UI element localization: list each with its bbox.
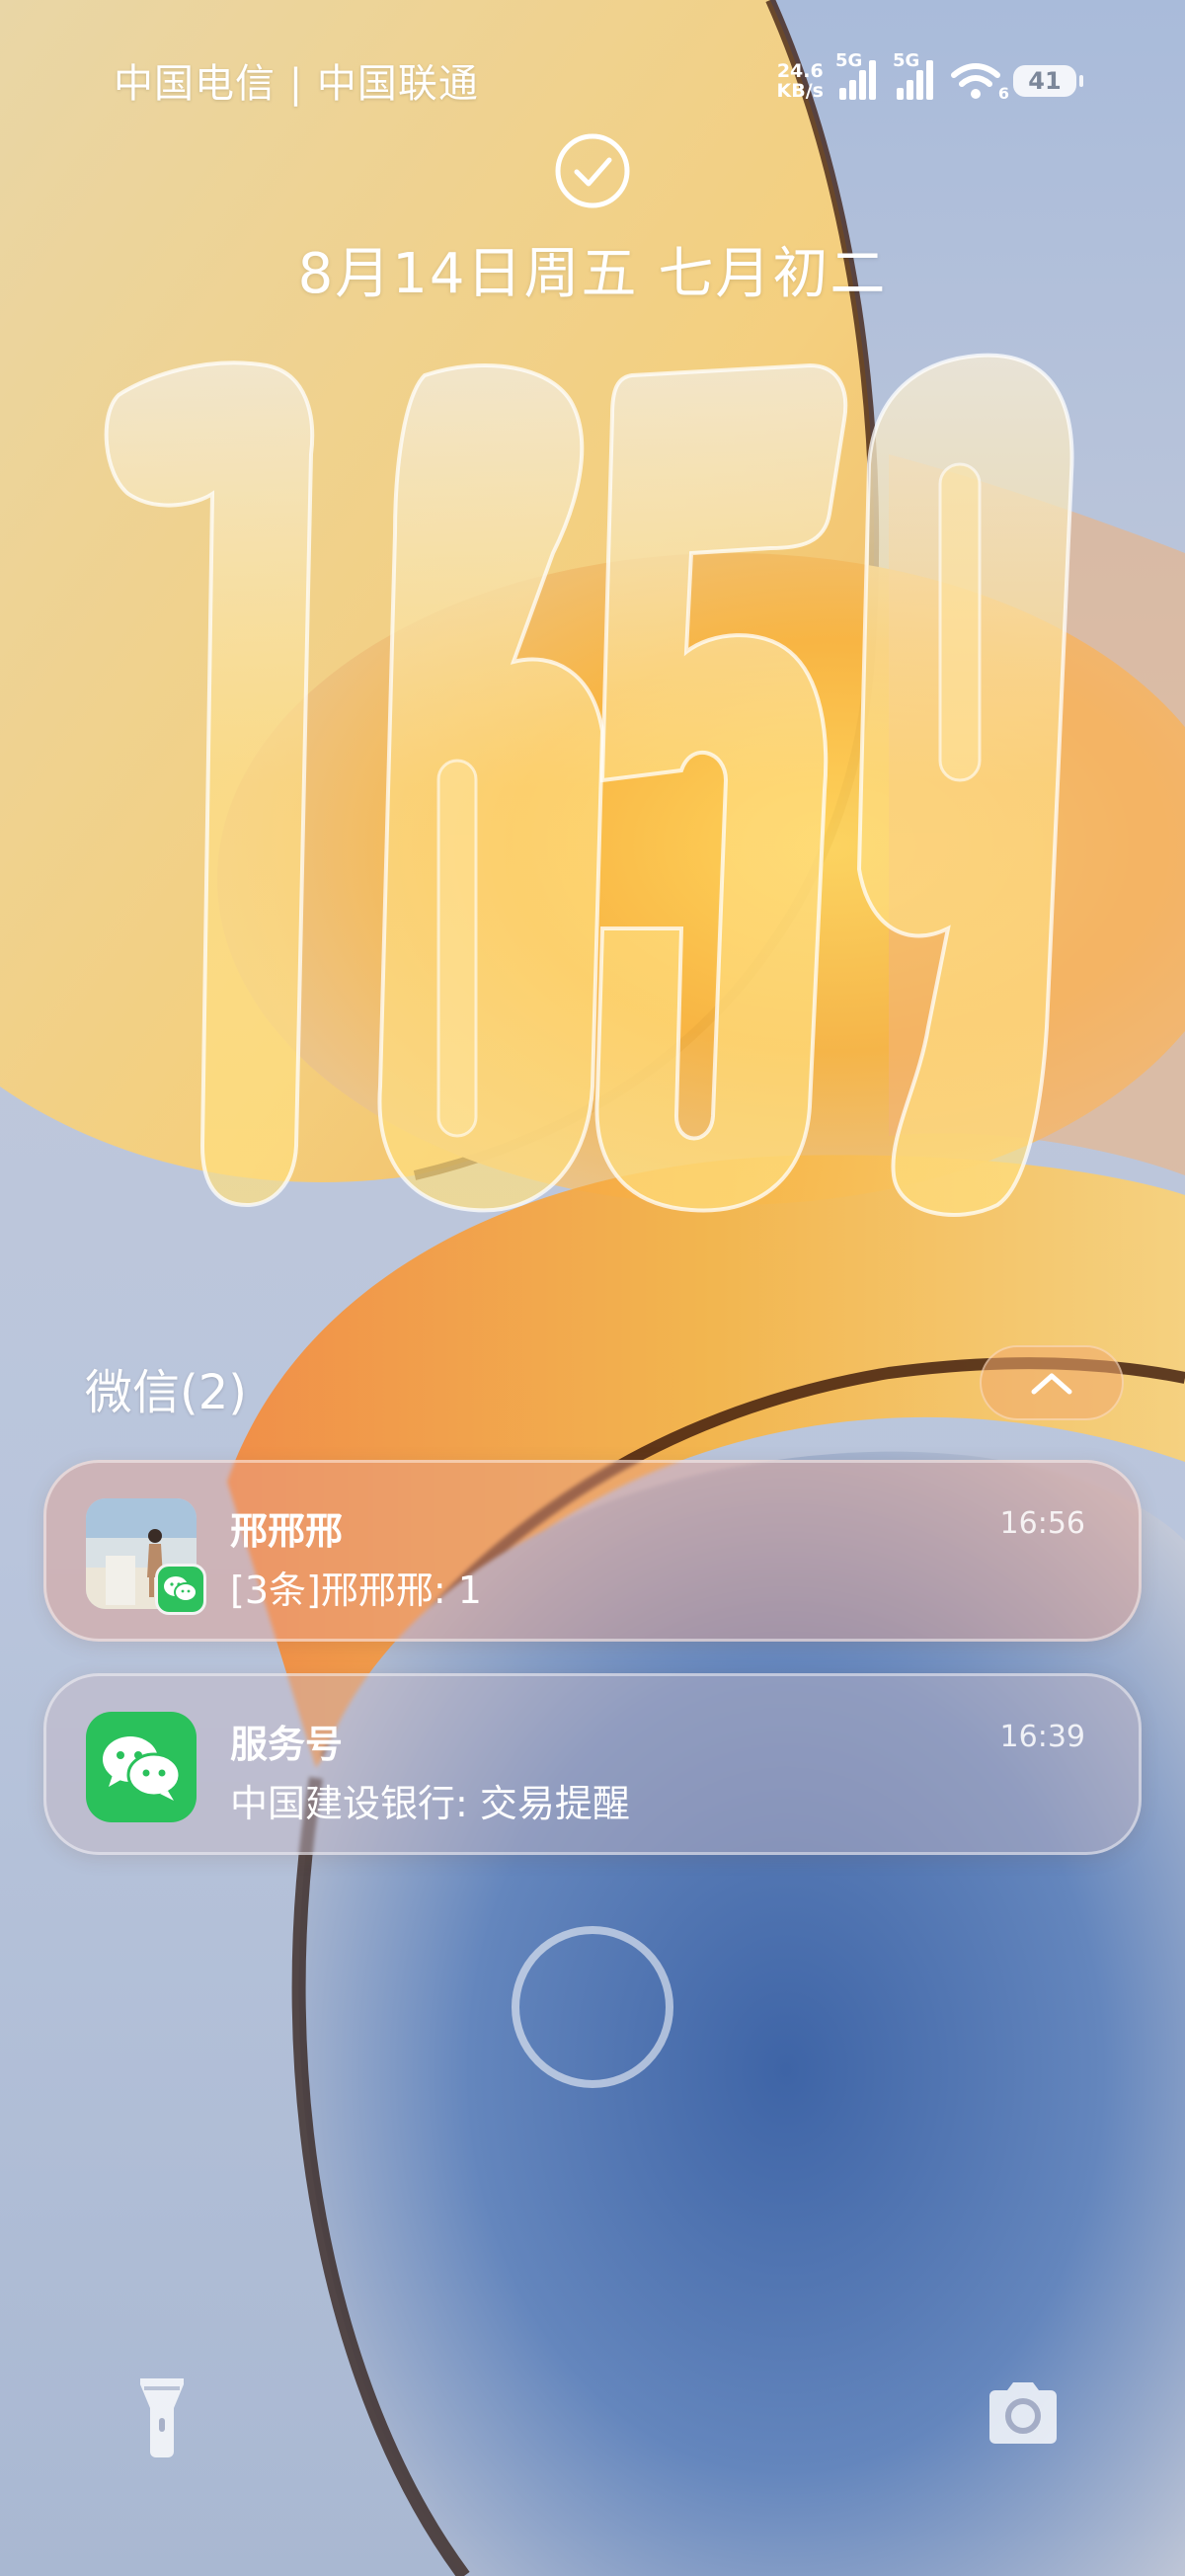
chevron-up-icon [1031,1373,1072,1395]
network-speed-unit: KB/s [776,80,824,102]
lockscreen-date: 8月14日周五 七月初二 [297,242,888,306]
notification-body: 中国建设银行: 交易提醒 [230,1782,630,1825]
battery-icon: 41 [1013,65,1083,97]
network-speed-value: 24.6 [776,60,824,82]
wifi-label: 6 [997,84,1009,103]
checkmark-circle-icon[interactable] [553,131,632,210]
clock-digit-3 [594,362,848,1213]
notification-card[interactable]: 服务号 中国建设银行: 交易提醒 16:39 [43,1673,1142,1855]
camera-icon[interactable] [984,2378,1063,2448]
lockscreen-clock [0,336,1185,1225]
clock-digit-4 [856,353,1074,1217]
notification-group-title: 微信(2) [85,1365,247,1420]
wechat-icon [86,1712,197,1822]
notification-time: 16:39 [999,1720,1085,1754]
notification-card[interactable]: 邢邢邢 [3条]邢邢邢: 1 16:56 [43,1460,1142,1642]
signal-icon-1: 5G [835,50,881,104]
notification-sender: 服务号 [230,1723,344,1766]
notification-time: 16:56 [999,1506,1085,1541]
signal-2-label: 5G [893,50,920,71]
network-speed: 24.6 KB/s [777,61,824,101]
signal-1-label: 5G [835,50,863,71]
signal-icon-2: 5G [893,50,938,104]
clock-digit-1 [104,361,315,1208]
notification-sender: 邢邢邢 [230,1509,344,1553]
carrier-name: 中国电信 | 中国联通 [114,61,479,107]
wechat-badge-icon [155,1564,206,1615]
wifi-icon: 6 [950,59,1009,103]
clock-digit-2 [377,363,605,1213]
collapse-button[interactable] [980,1345,1124,1420]
flashlight-icon[interactable] [136,2375,188,2459]
status-icons: 24.6 KB/s 5G 5G 6 41 [777,50,1083,111]
battery-level: 41 [1028,67,1062,95]
unlock-ring[interactable] [512,1926,673,2088]
notification-body: [3条]邢邢邢: 1 [230,1569,482,1612]
